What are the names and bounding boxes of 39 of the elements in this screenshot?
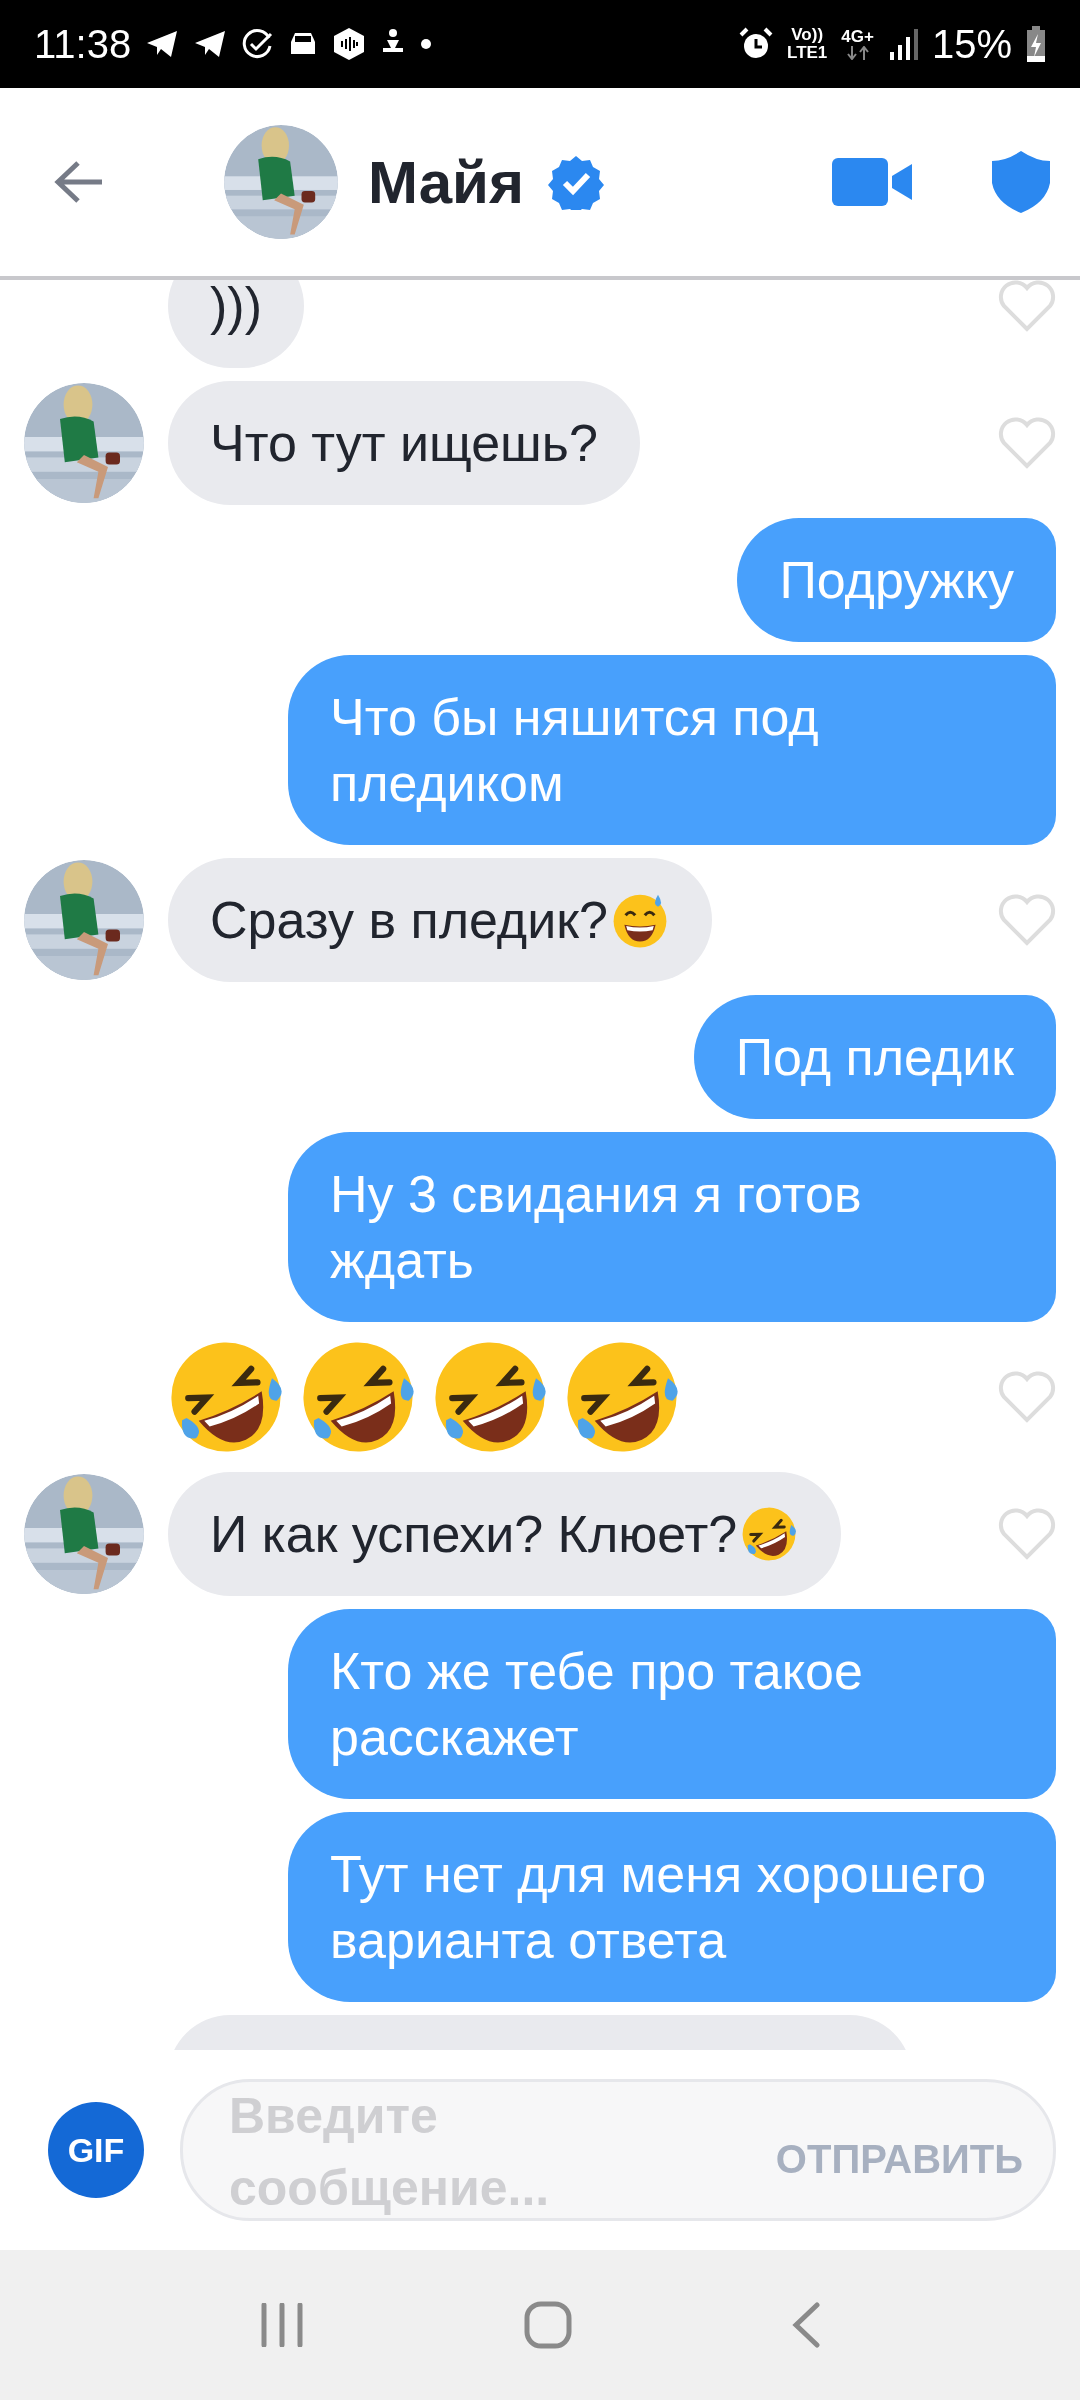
message-text: И как успехи? Клюет?	[210, 1504, 738, 1565]
clock-time: 11:38	[34, 21, 132, 67]
gif-button[interactable]: GIF	[48, 2102, 144, 2198]
back-arrow-icon	[54, 160, 104, 204]
message-text: Сразу в пледик?	[210, 890, 608, 951]
message-text: )))	[210, 280, 262, 337]
battery-charging-icon	[1026, 26, 1046, 62]
recent-apps-button[interactable]	[259, 2303, 306, 2347]
message-text: Подружку	[779, 550, 1014, 611]
recent-apps-icon	[259, 2303, 306, 2347]
contact-name: Майя	[368, 147, 524, 217]
message-text: Тут нет для меня хорошего варианта ответа	[330, 1844, 988, 1971]
alarm-icon	[739, 27, 773, 61]
battery-percent: 15%	[931, 21, 1012, 67]
shield-button[interactable]	[992, 151, 1050, 213]
back-button[interactable]	[54, 160, 104, 204]
paper-plane-icon	[193, 29, 228, 59]
message-text: Ну 3 свидания я готов ждать	[330, 1164, 863, 1291]
volte-label: Vo))	[791, 26, 824, 44]
message-text: Что тут ищешь?	[210, 413, 598, 474]
shield-icon	[992, 151, 1050, 213]
send-button[interactable]: ОТПРАВИТЬ	[775, 2136, 1023, 2182]
transfer-arrows-icon	[845, 46, 870, 60]
back-nav-button[interactable]	[790, 2302, 821, 2348]
data-type-label: 4G+	[841, 28, 874, 46]
signal-icon	[887, 28, 918, 60]
hexagon-icon	[333, 27, 366, 61]
back-chevron-icon	[790, 2302, 821, 2348]
home-button[interactable]	[524, 2301, 572, 2349]
message-text: Под пледик	[735, 1027, 1014, 1088]
dot-icon	[421, 39, 432, 49]
paper-plane-icon	[145, 29, 180, 59]
message-text: Что бы няшится под пледиком	[330, 687, 820, 814]
video-call-button[interactable]	[832, 158, 914, 206]
home-icon	[524, 2301, 572, 2349]
message-text: Кто же тебе про такое расскажет	[330, 1641, 864, 1768]
check-circle-icon	[241, 28, 274, 60]
video-camera-icon	[832, 158, 914, 206]
lte-label: LTE1	[787, 44, 828, 62]
